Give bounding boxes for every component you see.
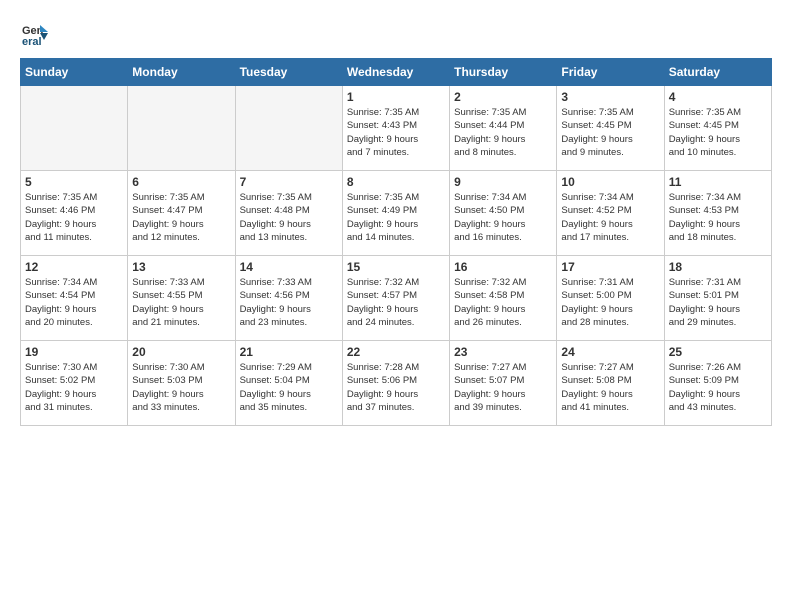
- day-number: 6: [132, 175, 230, 189]
- col-header-tuesday: Tuesday: [235, 59, 342, 86]
- cell-info: Sunrise: 7:35 AM Sunset: 4:47 PM Dayligh…: [132, 191, 230, 244]
- day-number: 5: [25, 175, 123, 189]
- cell-info: Sunrise: 7:32 AM Sunset: 4:58 PM Dayligh…: [454, 276, 552, 329]
- day-number: 14: [240, 260, 338, 274]
- logo: Gen eral: [20, 20, 52, 48]
- calendar-cell: [21, 86, 128, 171]
- calendar-cell: 15 Sunrise: 7:32 AM Sunset: 4:57 PM Dayli…: [342, 256, 449, 341]
- calendar-cell: 23 Sunrise: 7:27 AM Sunset: 5:07 PM Dayli…: [450, 341, 557, 426]
- calendar-cell: 12 Sunrise: 7:34 AM Sunset: 4:54 PM Dayli…: [21, 256, 128, 341]
- cell-info: Sunrise: 7:31 AM Sunset: 5:01 PM Dayligh…: [669, 276, 767, 329]
- day-number: 15: [347, 260, 445, 274]
- week-row-0: 1 Sunrise: 7:35 AM Sunset: 4:43 PM Daylig…: [21, 86, 772, 171]
- day-number: 7: [240, 175, 338, 189]
- calendar-cell: 8 Sunrise: 7:35 AM Sunset: 4:49 PM Daylig…: [342, 171, 449, 256]
- day-number: 25: [669, 345, 767, 359]
- day-number: 18: [669, 260, 767, 274]
- calendar-cell: 21 Sunrise: 7:29 AM Sunset: 5:04 PM Dayli…: [235, 341, 342, 426]
- cell-info: Sunrise: 7:35 AM Sunset: 4:49 PM Dayligh…: [347, 191, 445, 244]
- day-number: 12: [25, 260, 123, 274]
- day-number: 23: [454, 345, 552, 359]
- week-row-2: 12 Sunrise: 7:34 AM Sunset: 4:54 PM Dayli…: [21, 256, 772, 341]
- calendar-cell: 2 Sunrise: 7:35 AM Sunset: 4:44 PM Daylig…: [450, 86, 557, 171]
- col-header-saturday: Saturday: [664, 59, 771, 86]
- cell-info: Sunrise: 7:35 AM Sunset: 4:46 PM Dayligh…: [25, 191, 123, 244]
- calendar-cell: 19 Sunrise: 7:30 AM Sunset: 5:02 PM Dayli…: [21, 341, 128, 426]
- page-header: Gen eral: [20, 20, 772, 48]
- day-number: 19: [25, 345, 123, 359]
- calendar-cell: 25 Sunrise: 7:26 AM Sunset: 5:09 PM Dayli…: [664, 341, 771, 426]
- calendar-cell: 1 Sunrise: 7:35 AM Sunset: 4:43 PM Daylig…: [342, 86, 449, 171]
- day-number: 22: [347, 345, 445, 359]
- calendar-cell: [235, 86, 342, 171]
- calendar-cell: 16 Sunrise: 7:32 AM Sunset: 4:58 PM Dayli…: [450, 256, 557, 341]
- calendar-cell: 11 Sunrise: 7:34 AM Sunset: 4:53 PM Dayli…: [664, 171, 771, 256]
- calendar-cell: 18 Sunrise: 7:31 AM Sunset: 5:01 PM Dayli…: [664, 256, 771, 341]
- day-number: 16: [454, 260, 552, 274]
- day-number: 9: [454, 175, 552, 189]
- calendar-cell: 14 Sunrise: 7:33 AM Sunset: 4:56 PM Dayli…: [235, 256, 342, 341]
- calendar-cell: 9 Sunrise: 7:34 AM Sunset: 4:50 PM Daylig…: [450, 171, 557, 256]
- cell-info: Sunrise: 7:32 AM Sunset: 4:57 PM Dayligh…: [347, 276, 445, 329]
- cell-info: Sunrise: 7:35 AM Sunset: 4:45 PM Dayligh…: [561, 106, 659, 159]
- day-number: 1: [347, 90, 445, 104]
- cell-info: Sunrise: 7:29 AM Sunset: 5:04 PM Dayligh…: [240, 361, 338, 414]
- cell-info: Sunrise: 7:28 AM Sunset: 5:06 PM Dayligh…: [347, 361, 445, 414]
- header-row: SundayMondayTuesdayWednesdayThursdayFrid…: [21, 59, 772, 86]
- cell-info: Sunrise: 7:31 AM Sunset: 5:00 PM Dayligh…: [561, 276, 659, 329]
- calendar-cell: 4 Sunrise: 7:35 AM Sunset: 4:45 PM Daylig…: [664, 86, 771, 171]
- col-header-sunday: Sunday: [21, 59, 128, 86]
- day-number: 4: [669, 90, 767, 104]
- cell-info: Sunrise: 7:35 AM Sunset: 4:48 PM Dayligh…: [240, 191, 338, 244]
- week-row-1: 5 Sunrise: 7:35 AM Sunset: 4:46 PM Daylig…: [21, 171, 772, 256]
- col-header-friday: Friday: [557, 59, 664, 86]
- col-header-monday: Monday: [128, 59, 235, 86]
- col-header-thursday: Thursday: [450, 59, 557, 86]
- day-number: 20: [132, 345, 230, 359]
- calendar-cell: [128, 86, 235, 171]
- calendar-cell: 3 Sunrise: 7:35 AM Sunset: 4:45 PM Daylig…: [557, 86, 664, 171]
- cell-info: Sunrise: 7:30 AM Sunset: 5:02 PM Dayligh…: [25, 361, 123, 414]
- logo-icon: Gen eral: [20, 20, 48, 48]
- cell-info: Sunrise: 7:27 AM Sunset: 5:07 PM Dayligh…: [454, 361, 552, 414]
- calendar-cell: 7 Sunrise: 7:35 AM Sunset: 4:48 PM Daylig…: [235, 171, 342, 256]
- day-number: 3: [561, 90, 659, 104]
- calendar-cell: 6 Sunrise: 7:35 AM Sunset: 4:47 PM Daylig…: [128, 171, 235, 256]
- calendar-cell: 24 Sunrise: 7:27 AM Sunset: 5:08 PM Dayli…: [557, 341, 664, 426]
- day-number: 10: [561, 175, 659, 189]
- cell-info: Sunrise: 7:35 AM Sunset: 4:43 PM Dayligh…: [347, 106, 445, 159]
- cell-info: Sunrise: 7:34 AM Sunset: 4:52 PM Dayligh…: [561, 191, 659, 244]
- week-row-3: 19 Sunrise: 7:30 AM Sunset: 5:02 PM Dayli…: [21, 341, 772, 426]
- day-number: 24: [561, 345, 659, 359]
- cell-info: Sunrise: 7:26 AM Sunset: 5:09 PM Dayligh…: [669, 361, 767, 414]
- day-number: 8: [347, 175, 445, 189]
- cell-info: Sunrise: 7:30 AM Sunset: 5:03 PM Dayligh…: [132, 361, 230, 414]
- calendar-cell: 17 Sunrise: 7:31 AM Sunset: 5:00 PM Dayli…: [557, 256, 664, 341]
- cell-info: Sunrise: 7:35 AM Sunset: 4:44 PM Dayligh…: [454, 106, 552, 159]
- calendar-table: SundayMondayTuesdayWednesdayThursdayFrid…: [20, 58, 772, 426]
- day-number: 2: [454, 90, 552, 104]
- calendar-cell: 22 Sunrise: 7:28 AM Sunset: 5:06 PM Dayli…: [342, 341, 449, 426]
- cell-info: Sunrise: 7:35 AM Sunset: 4:45 PM Dayligh…: [669, 106, 767, 159]
- cell-info: Sunrise: 7:33 AM Sunset: 4:55 PM Dayligh…: [132, 276, 230, 329]
- day-number: 11: [669, 175, 767, 189]
- calendar-cell: 20 Sunrise: 7:30 AM Sunset: 5:03 PM Dayli…: [128, 341, 235, 426]
- cell-info: Sunrise: 7:27 AM Sunset: 5:08 PM Dayligh…: [561, 361, 659, 414]
- cell-info: Sunrise: 7:33 AM Sunset: 4:56 PM Dayligh…: [240, 276, 338, 329]
- cell-info: Sunrise: 7:34 AM Sunset: 4:53 PM Dayligh…: [669, 191, 767, 244]
- day-number: 13: [132, 260, 230, 274]
- calendar-cell: 13 Sunrise: 7:33 AM Sunset: 4:55 PM Dayli…: [128, 256, 235, 341]
- svg-text:eral: eral: [22, 36, 42, 48]
- day-number: 17: [561, 260, 659, 274]
- calendar-cell: 10 Sunrise: 7:34 AM Sunset: 4:52 PM Dayli…: [557, 171, 664, 256]
- cell-info: Sunrise: 7:34 AM Sunset: 4:50 PM Dayligh…: [454, 191, 552, 244]
- day-number: 21: [240, 345, 338, 359]
- cell-info: Sunrise: 7:34 AM Sunset: 4:54 PM Dayligh…: [25, 276, 123, 329]
- calendar-cell: 5 Sunrise: 7:35 AM Sunset: 4:46 PM Daylig…: [21, 171, 128, 256]
- col-header-wednesday: Wednesday: [342, 59, 449, 86]
